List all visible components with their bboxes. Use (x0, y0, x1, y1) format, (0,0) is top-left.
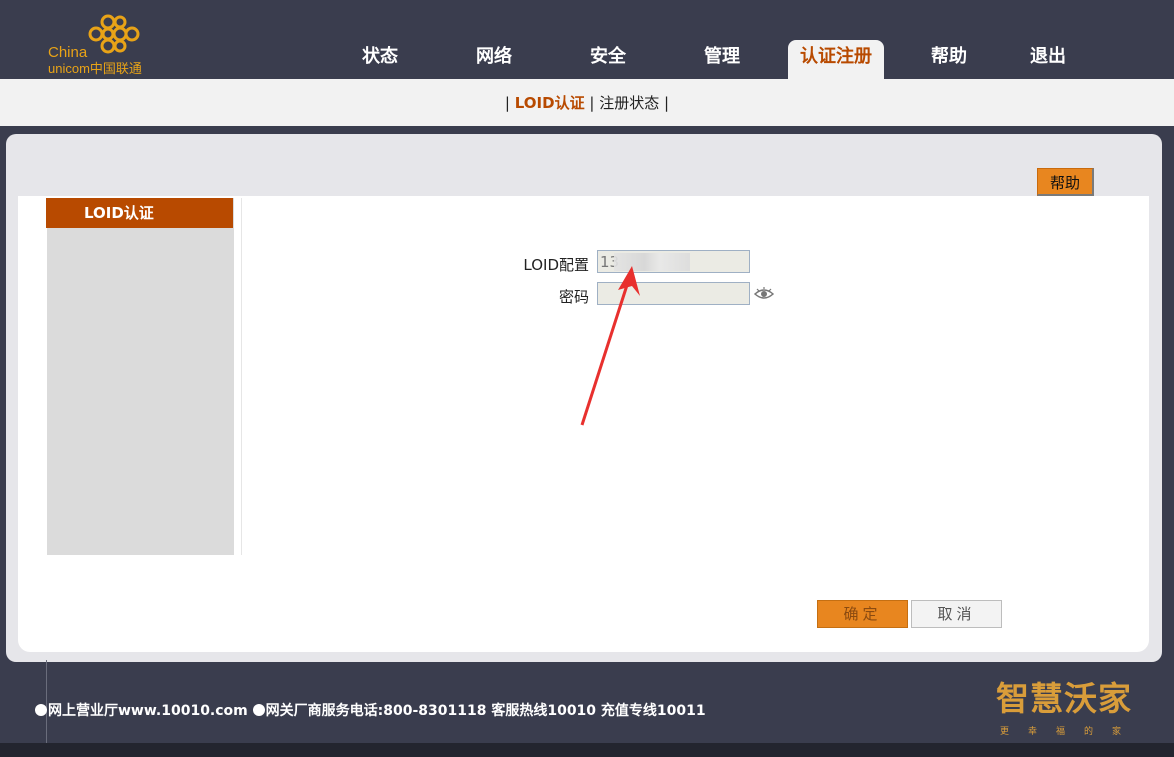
nav-item-management[interactable]: 管理 (700, 40, 744, 79)
nav-item-auth-register[interactable]: 认证注册 (788, 40, 884, 80)
right-edge (1162, 575, 1174, 660)
nav-item-status[interactable]: 状态 (358, 40, 402, 79)
bullet-icon (252, 704, 265, 716)
sub-nav: | LOID认证 | 注册状态 | (0, 79, 1174, 126)
nav-item-network[interactable]: 网络 (472, 40, 516, 79)
footer-link-online-hall[interactable]: 网上营业厅www.10010.com (48, 703, 248, 719)
annotation-arrow-icon (580, 266, 640, 426)
eye-icon[interactable] (754, 286, 774, 302)
confirm-button[interactable]: 确定 (817, 600, 908, 628)
nav-item-logout[interactable]: 退出 (1026, 40, 1070, 79)
sidebar-divider (241, 198, 242, 555)
sidebar (47, 198, 234, 555)
cancel-button[interactable]: 取消 (911, 600, 1002, 628)
footer-info: 网上营业厅www.10010.com 网关厂商服务电话:800-8301118 … (35, 700, 706, 720)
subnav-item-loid-auth[interactable]: LOID认证 (515, 94, 585, 112)
smart-home-logo: 智慧沃家 (996, 679, 1132, 718)
header: China unicom中国联通 状态 网络 安全 管理 认证注册 帮助 退出 (0, 0, 1174, 80)
smart-home-slogan: 更幸福的家 (1000, 727, 1141, 737)
sidebar-item-loid-auth[interactable]: LOID认证 (46, 198, 233, 228)
bullet-icon (35, 704, 47, 716)
subnav-separator: | (589, 94, 595, 112)
subnav-separator: | (504, 94, 510, 112)
help-button[interactable]: 帮助 (1037, 168, 1094, 196)
logo-text-unicom: unicom中国联通 (48, 61, 142, 76)
footer-service-phones: 网关厂商服务电话:800-8301118 客服热线10010 充值专线10011 (265, 703, 706, 719)
subnav-item-register-status[interactable]: 注册状态 (599, 94, 659, 112)
nav-item-help[interactable]: 帮助 (927, 40, 971, 79)
bottom-strip (0, 743, 1174, 757)
nav-item-security[interactable]: 安全 (586, 40, 630, 79)
china-unicom-logo: China unicom中国联通 (48, 14, 158, 76)
subnav-separator: | (664, 94, 670, 112)
